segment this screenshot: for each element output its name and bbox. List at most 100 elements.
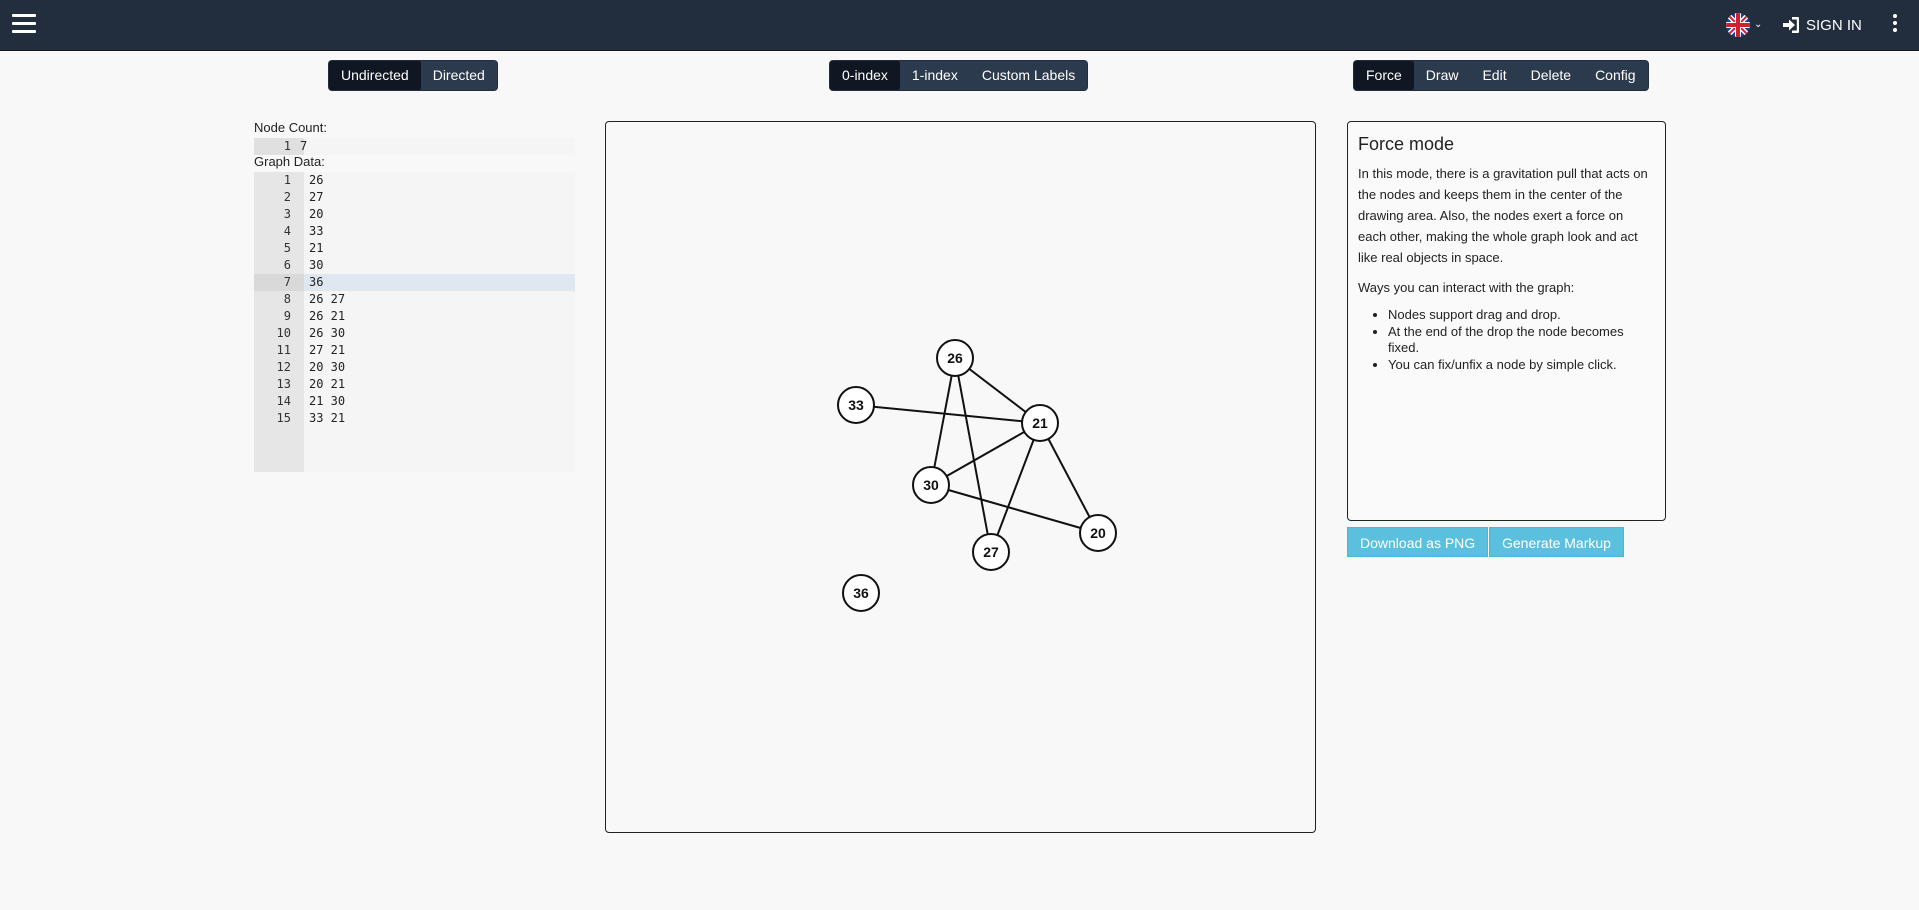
config-mode-button[interactable]: Config [1583,61,1648,90]
line-number: 15 [276,411,291,425]
node-label: 33 [848,397,864,413]
panel-title: Force mode [1358,134,1455,154]
line-number: 11 [276,343,291,357]
graph-edge [990,422,1041,553]
editor-line[interactable]: 13 20 21 [254,376,575,393]
line-number: 7 [254,274,304,291]
editor-line[interactable]: 7 36 [254,274,575,291]
list-item: Nodes support drag and drop. [1388,307,1655,323]
uk-flag-icon [1726,13,1750,37]
editor-line[interactable]: 14 21 30 [254,393,575,410]
graph-node[interactable]: 26 [936,339,974,377]
node-label: 36 [853,585,869,601]
node-count-label: Node Count: [254,120,327,135]
draw-mode-button[interactable]: Draw [1413,61,1471,90]
list-item: At the end of the drop the node becomes … [1388,324,1655,356]
line-number: 1 [283,173,291,187]
line-number: 14 [276,394,291,408]
line-text: 26 21 [309,309,346,323]
line-number: 1 [254,138,304,155]
line-text: 20 21 [309,377,346,391]
node-count-value: 7 [300,139,308,153]
line-number: 8 [283,292,291,306]
graph-node[interactable]: 20 [1079,514,1117,552]
line-number: 6 [283,258,291,272]
line-text: 30 [309,258,324,272]
sign-in-button[interactable]: SIGN IN [1781,14,1862,36]
panel-subheading: Ways you can interact with the graph: [1358,280,1575,295]
line-text: 21 [309,241,324,255]
editor-line[interactable]: 12 20 30 [254,359,575,376]
line-text: 33 21 [309,411,346,425]
force-mode-button[interactable]: Force [1354,61,1414,90]
graph-node[interactable]: 33 [837,386,875,424]
editor-line[interactable]: 2 27 [254,189,575,206]
line-number: 13 [276,377,291,391]
graph-svg: 26 33 21 30 20 27 36 [837,339,1117,612]
kebab-icon[interactable] [1890,14,1900,36]
line-text: 26 [309,173,324,187]
indexing-toggle: 0-index 1-index Custom Labels [829,60,1089,91]
list-item: You can fix/unfix a node by simple click… [1388,357,1655,373]
line-text: 20 [309,207,324,221]
language-selector[interactable]: ⌄ [1726,12,1766,38]
custom-labels-button[interactable]: Custom Labels [969,61,1088,90]
editor-line[interactable]: 5 21 [254,240,575,257]
graph-node[interactable]: 27 [972,533,1010,571]
editor-line[interactable]: 3 20 [254,206,575,223]
editor-line[interactable]: 9 26 21 [254,308,575,325]
hamburger-icon[interactable] [12,14,38,36]
mode-toggle: Force Draw Edit Delete Config [1353,60,1649,91]
line-text: 36 [309,275,324,289]
editor-line[interactable]: 1 26 [254,172,575,189]
line-number: 9 [283,309,291,323]
node-label: 20 [1090,525,1106,541]
editor-line[interactable]: 6 30 [254,257,575,274]
line-text: 26 27 [309,292,346,306]
editor-line[interactable]: 8 26 27 [254,291,575,308]
line-number: 10 [276,326,291,340]
panel-description: In this mode, there is a gravitation pul… [1358,166,1648,265]
graph-edge [930,357,956,486]
info-panel: Force mode In this mode, there is a grav… [1347,121,1666,521]
line-text: 26 30 [309,326,346,340]
graph-edge [855,404,1041,424]
sign-in-label: SIGN IN [1806,16,1862,34]
line-number: 4 [283,224,291,238]
node-count-editor[interactable]: 1 7 [254,138,575,155]
line-number: 5 [283,241,291,255]
download-png-button[interactable]: Download as PNG [1347,527,1489,557]
graph-type-toggle: Undirected Directed [328,60,498,91]
one-index-button[interactable]: 1-index [899,61,970,90]
top-navbar: ⌄ SIGN IN [0,0,1919,51]
editor-line[interactable]: 4 33 [254,223,575,240]
generate-markup-button[interactable]: Generate Markup [1489,527,1624,557]
node-label: 26 [947,350,963,366]
graph-canvas[interactable]: 26 33 21 30 20 27 36 [605,121,1316,833]
graph-node[interactable]: 21 [1021,404,1059,442]
graph-node[interactable]: 30 [912,466,950,504]
node-label: 21 [1032,415,1048,431]
line-text: 21 30 [309,394,346,408]
chevron-down-icon: ⌄ [1754,19,1763,30]
undirected-button[interactable]: Undirected [329,61,421,90]
editor-line[interactable]: 11 27 21 [254,342,575,359]
graph-data-editor[interactable]: 1 26 2 27 3 20 4 33 5 21 6 30 7 36 8 26 27 9 26 21 10 26 30… [254,172,575,472]
editor-line[interactable]: 15 33 21 [254,410,575,427]
line-text: 27 [309,190,324,204]
line-number: 3 [283,207,291,221]
zero-index-button[interactable]: 0-index [830,61,900,90]
line-text: 33 [309,224,324,238]
node-label: 27 [983,544,999,560]
line-text: 20 30 [309,360,346,374]
sign-in-icon [1783,17,1799,33]
edit-mode-button[interactable]: Edit [1470,61,1519,90]
graph-node[interactable]: 36 [842,574,880,612]
line-number: 2 [283,190,291,204]
delete-mode-button[interactable]: Delete [1518,61,1584,90]
line-text: 27 21 [309,343,346,357]
line-number: 12 [276,360,291,374]
directed-button[interactable]: Directed [420,61,497,90]
editor-line[interactable]: 10 26 30 [254,325,575,342]
node-label: 30 [923,477,939,493]
